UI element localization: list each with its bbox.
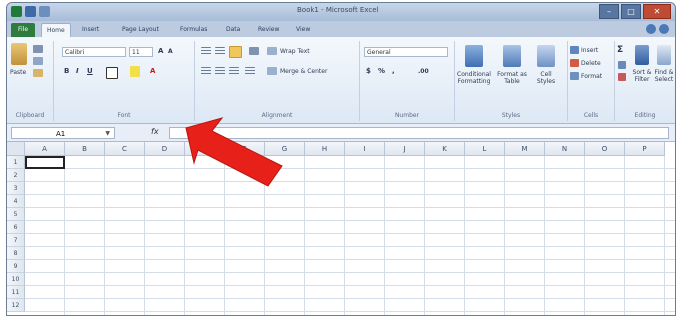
red-arrow-shape [185,117,283,187]
red-arrow-icon [185,117,283,187]
screenshot-frame: Book1 - Microsoft Excel – □ ✕ File Home … [0,0,678,316]
